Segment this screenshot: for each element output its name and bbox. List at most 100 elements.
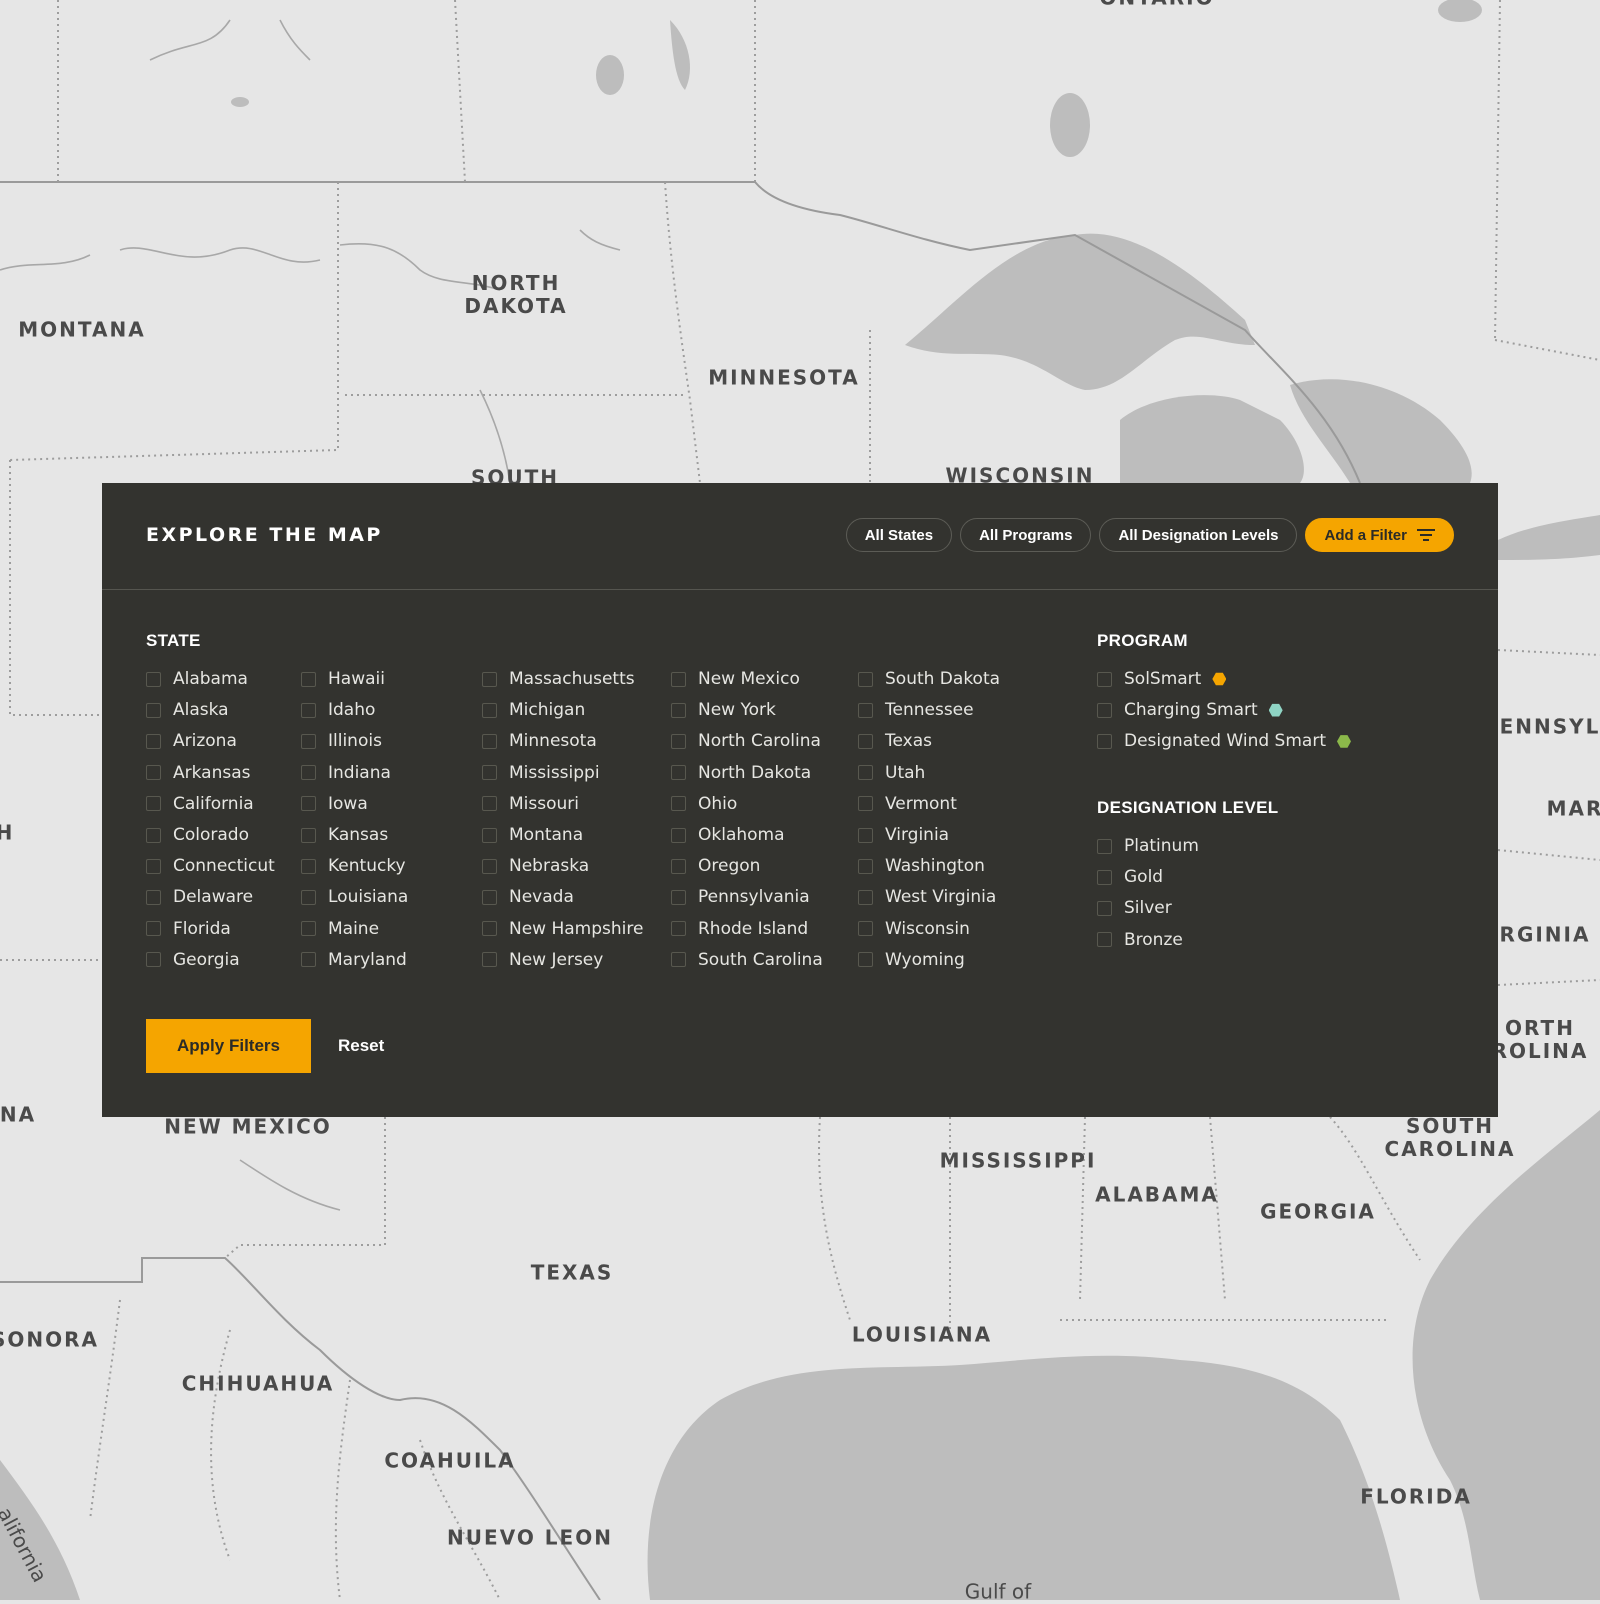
checkbox[interactable] bbox=[482, 702, 497, 718]
checkbox[interactable] bbox=[301, 733, 316, 749]
checkbox[interactable] bbox=[671, 733, 686, 749]
checkbox-item-wyoming[interactable]: Wyoming bbox=[858, 949, 965, 971]
checkbox[interactable] bbox=[301, 889, 316, 905]
checkbox-item-silver[interactable]: Silver bbox=[1097, 897, 1172, 919]
checkbox[interactable] bbox=[858, 827, 873, 843]
checkbox-item-ohio[interactable]: Ohio bbox=[671, 793, 737, 815]
checkbox-item-idaho[interactable]: Idaho bbox=[301, 699, 375, 721]
checkbox[interactable] bbox=[146, 796, 161, 812]
checkbox-item-solsmart[interactable]: SolSmart bbox=[1097, 668, 1227, 690]
checkbox[interactable] bbox=[671, 858, 686, 874]
checkbox-item-designated-wind-smart[interactable]: Designated Wind Smart bbox=[1097, 730, 1351, 752]
checkbox[interactable] bbox=[146, 889, 161, 905]
checkbox[interactable] bbox=[482, 921, 497, 937]
checkbox[interactable] bbox=[301, 921, 316, 937]
checkbox[interactable] bbox=[858, 921, 873, 937]
checkbox-item-montana[interactable]: Montana bbox=[482, 824, 583, 846]
checkbox-item-texas[interactable]: Texas bbox=[858, 730, 932, 752]
checkbox-item-platinum[interactable]: Platinum bbox=[1097, 835, 1199, 857]
checkbox[interactable] bbox=[1097, 671, 1112, 687]
checkbox-item-gold[interactable]: Gold bbox=[1097, 866, 1163, 888]
checkbox[interactable] bbox=[858, 889, 873, 905]
checkbox[interactable] bbox=[146, 952, 161, 968]
checkbox-item-delaware[interactable]: Delaware bbox=[146, 886, 253, 908]
checkbox[interactable] bbox=[1097, 838, 1112, 854]
checkbox-item-mississippi[interactable]: Mississippi bbox=[482, 762, 600, 784]
checkbox[interactable] bbox=[301, 796, 316, 812]
checkbox[interactable] bbox=[146, 921, 161, 937]
checkbox-item-california[interactable]: California bbox=[146, 793, 254, 815]
checkbox-item-alaska[interactable]: Alaska bbox=[146, 699, 229, 721]
checkbox[interactable] bbox=[146, 827, 161, 843]
checkbox[interactable] bbox=[1097, 900, 1112, 916]
checkbox[interactable] bbox=[301, 671, 316, 687]
checkbox-item-alabama[interactable]: Alabama bbox=[146, 668, 248, 690]
checkbox-item-nebraska[interactable]: Nebraska bbox=[482, 855, 589, 877]
checkbox[interactable] bbox=[301, 952, 316, 968]
checkbox-item-charging-smart[interactable]: Charging Smart bbox=[1097, 699, 1283, 721]
checkbox[interactable] bbox=[858, 733, 873, 749]
checkbox-item-iowa[interactable]: Iowa bbox=[301, 793, 368, 815]
checkbox[interactable] bbox=[301, 765, 316, 781]
all-programs-pill[interactable]: All Programs bbox=[960, 518, 1092, 552]
checkbox[interactable] bbox=[671, 702, 686, 718]
checkbox-item-arizona[interactable]: Arizona bbox=[146, 730, 237, 752]
checkbox-item-new-jersey[interactable]: New Jersey bbox=[482, 949, 603, 971]
add-filter-button[interactable]: Add a Filter bbox=[1305, 518, 1454, 552]
checkbox-item-indiana[interactable]: Indiana bbox=[301, 762, 391, 784]
checkbox-item-vermont[interactable]: Vermont bbox=[858, 793, 957, 815]
checkbox-item-south-dakota[interactable]: South Dakota bbox=[858, 668, 1000, 690]
checkbox-item-north-dakota[interactable]: North Dakota bbox=[671, 762, 811, 784]
checkbox[interactable] bbox=[482, 671, 497, 687]
checkbox[interactable] bbox=[301, 827, 316, 843]
checkbox-item-new-mexico[interactable]: New Mexico bbox=[671, 668, 800, 690]
checkbox-item-washington[interactable]: Washington bbox=[858, 855, 985, 877]
checkbox-item-west-virginia[interactable]: West Virginia bbox=[858, 886, 996, 908]
checkbox-item-oregon[interactable]: Oregon bbox=[671, 855, 760, 877]
checkbox[interactable] bbox=[482, 733, 497, 749]
checkbox-item-north-carolina[interactable]: North Carolina bbox=[671, 730, 821, 752]
checkbox-item-minnesota[interactable]: Minnesota bbox=[482, 730, 597, 752]
checkbox-item-connecticut[interactable]: Connecticut bbox=[146, 855, 275, 877]
checkbox-item-nevada[interactable]: Nevada bbox=[482, 886, 574, 908]
apply-filters-button[interactable]: Apply Filters bbox=[146, 1019, 311, 1073]
checkbox[interactable] bbox=[301, 858, 316, 874]
checkbox-item-colorado[interactable]: Colorado bbox=[146, 824, 249, 846]
checkbox[interactable] bbox=[146, 671, 161, 687]
checkbox[interactable] bbox=[482, 765, 497, 781]
checkbox[interactable] bbox=[671, 952, 686, 968]
checkbox-item-arkansas[interactable]: Arkansas bbox=[146, 762, 251, 784]
checkbox[interactable] bbox=[671, 889, 686, 905]
checkbox-item-kansas[interactable]: Kansas bbox=[301, 824, 388, 846]
checkbox[interactable] bbox=[671, 671, 686, 687]
checkbox[interactable] bbox=[1097, 932, 1112, 948]
checkbox-item-tennessee[interactable]: Tennessee bbox=[858, 699, 974, 721]
checkbox[interactable] bbox=[671, 921, 686, 937]
checkbox-item-maryland[interactable]: Maryland bbox=[301, 949, 407, 971]
checkbox-item-massachusetts[interactable]: Massachusetts bbox=[482, 668, 635, 690]
checkbox-item-maine[interactable]: Maine bbox=[301, 918, 379, 940]
checkbox[interactable] bbox=[1097, 869, 1112, 885]
checkbox-item-missouri[interactable]: Missouri bbox=[482, 793, 579, 815]
checkbox[interactable] bbox=[671, 827, 686, 843]
checkbox-item-florida[interactable]: Florida bbox=[146, 918, 231, 940]
checkbox-item-virginia[interactable]: Virginia bbox=[858, 824, 949, 846]
checkbox-item-bronze[interactable]: Bronze bbox=[1097, 929, 1183, 951]
checkbox-item-louisiana[interactable]: Louisiana bbox=[301, 886, 408, 908]
checkbox[interactable] bbox=[671, 796, 686, 812]
checkbox-item-oklahoma[interactable]: Oklahoma bbox=[671, 824, 785, 846]
checkbox[interactable] bbox=[482, 858, 497, 874]
checkbox[interactable] bbox=[146, 733, 161, 749]
checkbox-item-new-york[interactable]: New York bbox=[671, 699, 776, 721]
checkbox[interactable] bbox=[301, 702, 316, 718]
checkbox[interactable] bbox=[858, 858, 873, 874]
checkbox-item-utah[interactable]: Utah bbox=[858, 762, 925, 784]
checkbox[interactable] bbox=[858, 765, 873, 781]
checkbox-item-new-hampshire[interactable]: New Hampshire bbox=[482, 918, 643, 940]
checkbox[interactable] bbox=[1097, 733, 1112, 749]
checkbox[interactable] bbox=[858, 952, 873, 968]
checkbox[interactable] bbox=[1097, 702, 1112, 718]
checkbox-item-rhode-island[interactable]: Rhode Island bbox=[671, 918, 808, 940]
checkbox[interactable] bbox=[858, 671, 873, 687]
checkbox[interactable] bbox=[146, 765, 161, 781]
